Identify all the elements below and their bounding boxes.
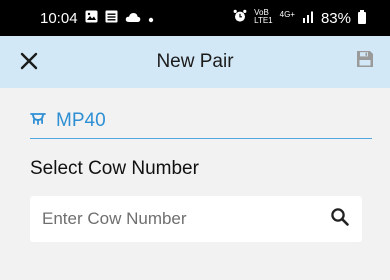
cow-number-input[interactable] xyxy=(42,199,312,239)
gallery-icon xyxy=(85,10,98,27)
battery-icon xyxy=(358,10,366,24)
battery-percent: 83% xyxy=(320,9,351,27)
cow-number-search-box xyxy=(30,196,362,242)
status-time: 10:04 xyxy=(40,9,78,27)
close-button[interactable] xyxy=(14,47,44,77)
network-bottom-text: LTE1 xyxy=(254,16,273,25)
network-gen-text: 4G+ xyxy=(279,10,295,19)
save-button[interactable] xyxy=(354,50,376,72)
cloud-icon xyxy=(125,10,141,27)
search-icon xyxy=(330,207,350,232)
page-title: New Pair xyxy=(156,51,234,72)
message-icon xyxy=(105,10,118,27)
status-bar: 10:04 VoB LTE1 4G+ 83% xyxy=(0,0,390,36)
select-cow-label: Select Cow Number xyxy=(30,158,199,179)
status-bar-left: 10:04 xyxy=(40,10,154,27)
signal-icon xyxy=(302,10,314,27)
udder-icon xyxy=(30,111,46,132)
status-bar-right: VoB LTE1 4G+ 83% xyxy=(233,9,366,27)
save-icon xyxy=(356,50,374,73)
network-indicator: VoB LTE1 xyxy=(254,9,273,25)
pair-field: MP40 xyxy=(30,108,372,139)
dot-icon xyxy=(148,10,154,27)
close-icon xyxy=(19,48,39,76)
alarm-icon xyxy=(233,9,247,27)
app-bar: New Pair xyxy=(0,36,390,88)
search-button[interactable] xyxy=(328,207,352,231)
pair-label: MP40 xyxy=(56,110,106,131)
